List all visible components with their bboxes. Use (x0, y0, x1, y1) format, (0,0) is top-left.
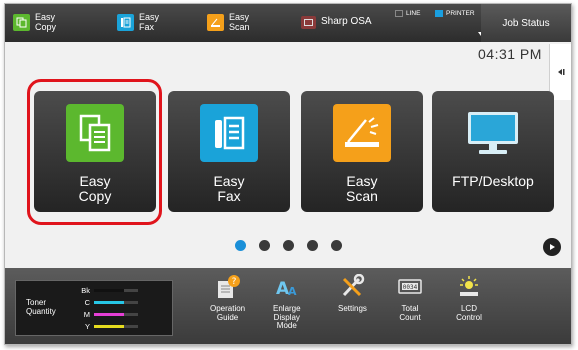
bottom-bar: Toner Quantity Bk C M Y ? Operation Guid… (5, 268, 571, 344)
total-count-label: Total Count (399, 304, 421, 322)
operation-guide-button[interactable]: ? Operation Guide (210, 274, 245, 322)
collapse-left-icon (557, 69, 564, 75)
osa-icon (301, 15, 316, 29)
toner-fill (94, 301, 124, 304)
page-dot[interactable] (283, 240, 294, 251)
toner-row-y: Y (78, 322, 138, 331)
next-page-button[interactable] (543, 238, 561, 256)
topbar-easy-copy-label: Easy Copy (35, 12, 57, 32)
brightness-icon (456, 274, 482, 300)
page-dot[interactable] (307, 240, 318, 251)
tile-ftp-desktop[interactable]: FTP/Desktop (432, 91, 554, 212)
page-indicator (235, 240, 342, 251)
guide-icon: ? (215, 274, 241, 300)
tile-easy-fax[interactable]: Easy Fax (168, 91, 290, 212)
toner-title: Toner Quantity (26, 298, 56, 316)
page-dot[interactable] (331, 240, 342, 251)
svg-text:0034: 0034 (403, 284, 418, 291)
settings-button[interactable]: Settings (338, 274, 367, 314)
printer-indicator: PRINTER (435, 10, 475, 17)
operation-guide-label: Operation Guide (210, 304, 246, 322)
page-dot[interactable] (259, 240, 270, 251)
line-indicator: LINE (395, 10, 420, 17)
lcd-control-button[interactable]: LCD Control (456, 274, 482, 322)
toner-label: Bk (81, 286, 90, 295)
topbar-easy-copy[interactable]: Easy Copy (13, 9, 56, 35)
toner-level-bar (94, 289, 138, 292)
copy-icon (13, 13, 30, 31)
play-arrow-icon (550, 244, 555, 250)
printer-indicator-lamp (435, 10, 443, 17)
fax-icon (200, 104, 258, 162)
printer-indicator-label: PRINTER (446, 10, 475, 17)
topbar-easy-scan[interactable]: Easy Scan (207, 9, 250, 35)
toner-quantity-panel: Toner Quantity Bk C M Y (15, 280, 173, 336)
topbar-sharp-osa-label: Sharp OSA (321, 16, 372, 27)
job-status-label: Job Status (502, 17, 550, 29)
monitor-icon (464, 104, 522, 162)
toner-row-m: M (78, 310, 138, 319)
scan-icon (333, 104, 391, 162)
job-status-button[interactable]: Job Status (481, 4, 571, 42)
fax-icon (117, 13, 134, 31)
enlarge-display-button[interactable]: AA Enlarge Display Mode (273, 274, 301, 331)
toner-level-bar (94, 313, 138, 316)
tile-easy-scan[interactable]: Easy Scan (301, 91, 423, 212)
topbar-easy-fax[interactable]: Easy Fax (117, 9, 159, 35)
device-screen: Easy Copy Easy Fax Easy Scan Sharp OSA L… (4, 3, 572, 345)
selection-highlight (27, 79, 162, 225)
settings-icon (339, 274, 365, 300)
tile-easy-fax-label: Easy Fax (213, 173, 245, 204)
enlarge-display-label: Enlarge Display Mode (273, 304, 301, 330)
topbar-easy-scan-label: Easy Scan (229, 12, 250, 32)
topbar-sharp-osa[interactable]: Sharp OSA (301, 9, 372, 35)
top-bar: Easy Copy Easy Fax Easy Scan Sharp OSA L… (5, 4, 571, 42)
enlarge-icon: AA (274, 274, 300, 300)
toner-row-c: C (78, 298, 138, 307)
toner-level-bar (94, 325, 138, 328)
topbar-easy-fax-label: Easy Fax (139, 12, 160, 32)
toner-row-bk: Bk (78, 286, 138, 295)
svg-text:?: ? (231, 277, 236, 287)
clock: 04:31 PM (478, 46, 542, 62)
toner-level-bar (94, 301, 138, 304)
scan-icon (207, 13, 224, 31)
settings-label: Settings (338, 304, 367, 313)
side-panel-toggle[interactable] (549, 44, 571, 100)
toner-fill (94, 313, 124, 316)
counter-icon: 0034 (397, 274, 423, 300)
lcd-control-label: LCD Control (456, 304, 482, 322)
toner-label: Y (84, 322, 90, 331)
svg-text:A: A (288, 285, 297, 298)
line-indicator-label: LINE (406, 10, 421, 17)
toner-fill (94, 289, 124, 292)
tile-ftp-desktop-label: FTP/Desktop (452, 173, 534, 189)
tile-easy-scan-label: Easy Scan (346, 173, 378, 204)
toner-label: C (84, 298, 90, 307)
toner-label: M (83, 310, 90, 319)
toner-fill (94, 325, 124, 328)
total-count-button[interactable]: 0034 Total Count (397, 274, 423, 322)
line-indicator-lamp (395, 10, 403, 17)
page-dot[interactable] (235, 240, 246, 251)
